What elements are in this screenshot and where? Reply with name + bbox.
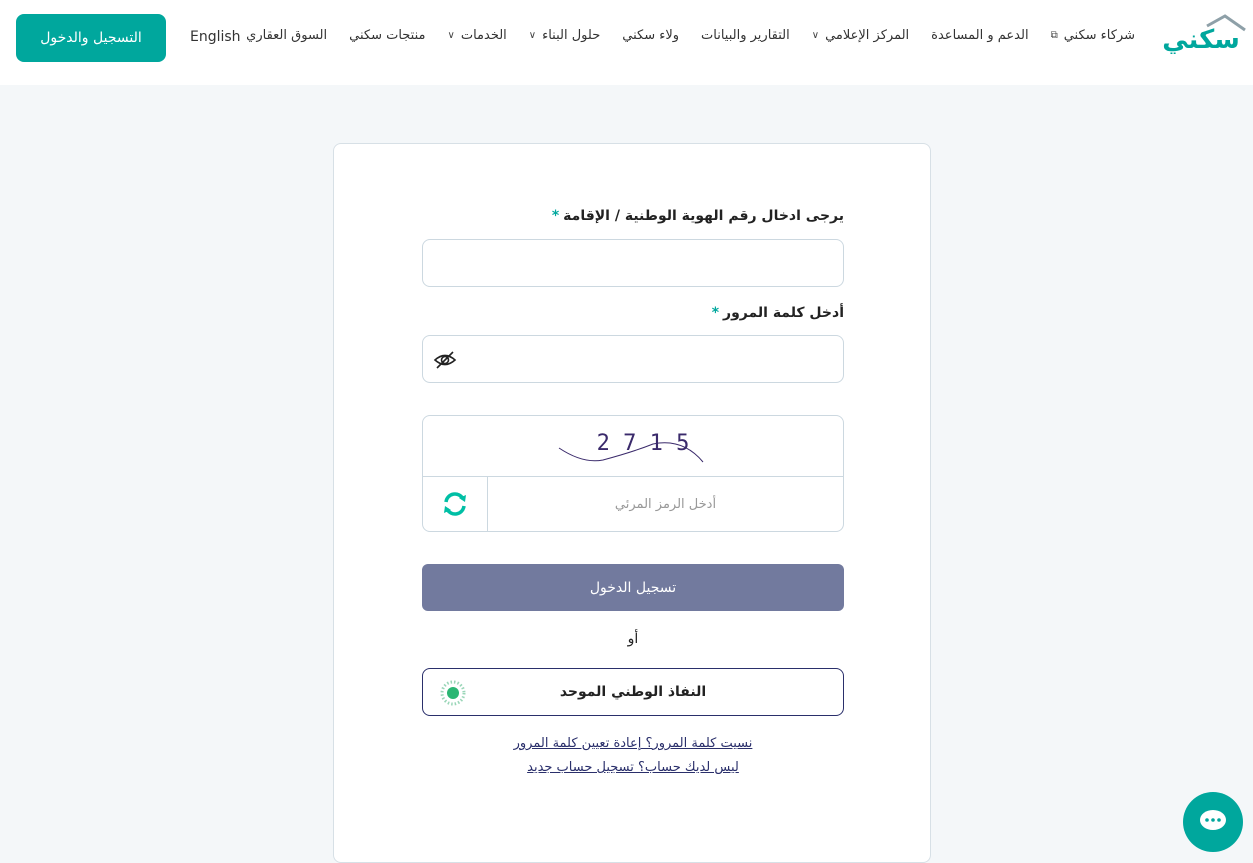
nav-item-label: حلول البناء: [542, 28, 601, 43]
nav-item[interactable]: السوق العقاري: [246, 28, 327, 43]
external-link-icon: ⧉: [1050, 30, 1058, 41]
nafath-login-button[interactable]: النفاذ الوطني الموحد: [422, 668, 844, 716]
nav-item[interactable]: المركز الإعلامي ∨: [812, 28, 909, 43]
nav-item-label: التقارير والبيانات: [701, 28, 790, 43]
chevron-down-icon: ∨: [447, 30, 455, 41]
main-nav: السوق العقاري منتجات سكني الخدمات ∨ حلول الب…: [246, 28, 1135, 43]
id-input[interactable]: [422, 239, 844, 287]
nav-item-label: منتجات سكني: [349, 28, 426, 43]
nav-item-label: الدعم و المساعدة: [931, 28, 1029, 43]
nav-item[interactable]: ولاء سكني: [622, 28, 679, 43]
captcha-image: 5 1 7 2: [423, 416, 843, 477]
refresh-captcha-button[interactable]: [423, 477, 488, 531]
chevron-down-icon: ∨: [528, 30, 537, 41]
nav-item[interactable]: منتجات سكني: [349, 28, 425, 43]
captcha-text: 5 1 7 2: [597, 431, 690, 456]
nav-item[interactable]: الدعم و المساعدة: [931, 28, 1028, 43]
nav-item[interactable]: التقارير والبيانات: [701, 28, 790, 43]
password-input[interactable]: [422, 335, 844, 383]
forgot-password-link[interactable]: نسيت كلمة المرور؟ إعادة تعيين كلمة المرو…: [422, 736, 844, 751]
nafath-icon: [440, 680, 466, 706]
password-label: أدخل كلمة المرور*: [711, 305, 844, 321]
refresh-icon: [444, 492, 466, 516]
chat-button[interactable]: [1183, 792, 1243, 852]
language-switch[interactable]: English: [190, 29, 241, 45]
chevron-down-icon: ∨: [811, 30, 820, 41]
captcha-box: 5 1 7 2 أدخل الرمز المرئي: [422, 415, 844, 532]
register-login-button[interactable]: التسجيل والدخول: [16, 14, 166, 62]
nafath-label: النفاذ الوطني الموحد: [559, 684, 707, 700]
register-link[interactable]: ليس لديك حساب؟ تسجيل حساب جديد: [422, 760, 844, 775]
login-card: يرجى ادخال رقم الهوية الوطنية / الإقامة*…: [333, 143, 931, 863]
sakani-logo[interactable]: سكني: [1157, 14, 1247, 55]
nav-item[interactable]: الخدمات ∨: [448, 28, 507, 43]
or-divider: أو: [627, 631, 639, 647]
captcha-input[interactable]: أدخل الرمز المرئي: [488, 477, 843, 531]
id-label: يرجى ادخال رقم الهوية الوطنية / الإقامة*: [551, 208, 844, 224]
nav-item[interactable]: شركاء سكني ⧉: [1051, 28, 1135, 43]
login-submit-button[interactable]: تسجيل الدخول: [422, 564, 844, 611]
nav-item-label: الخدمات: [460, 28, 507, 43]
eye-off-icon[interactable]: [433, 348, 457, 372]
nav-item[interactable]: حلول البناء ∨: [529, 28, 600, 43]
nav-item-label: السوق العقاري: [246, 28, 328, 43]
nav-item-label: المركز الإعلامي: [825, 28, 910, 43]
svg-text:سكني: سكني: [1162, 25, 1240, 54]
nav-item-label: ولاء سكني: [622, 28, 680, 43]
header: سكني السوق العقاري منتجات سكني الخدمات ∨ حلو…: [0, 0, 1253, 85]
nav-item-label: شركاء سكني: [1063, 28, 1135, 43]
chat-icon: [1200, 810, 1226, 830]
